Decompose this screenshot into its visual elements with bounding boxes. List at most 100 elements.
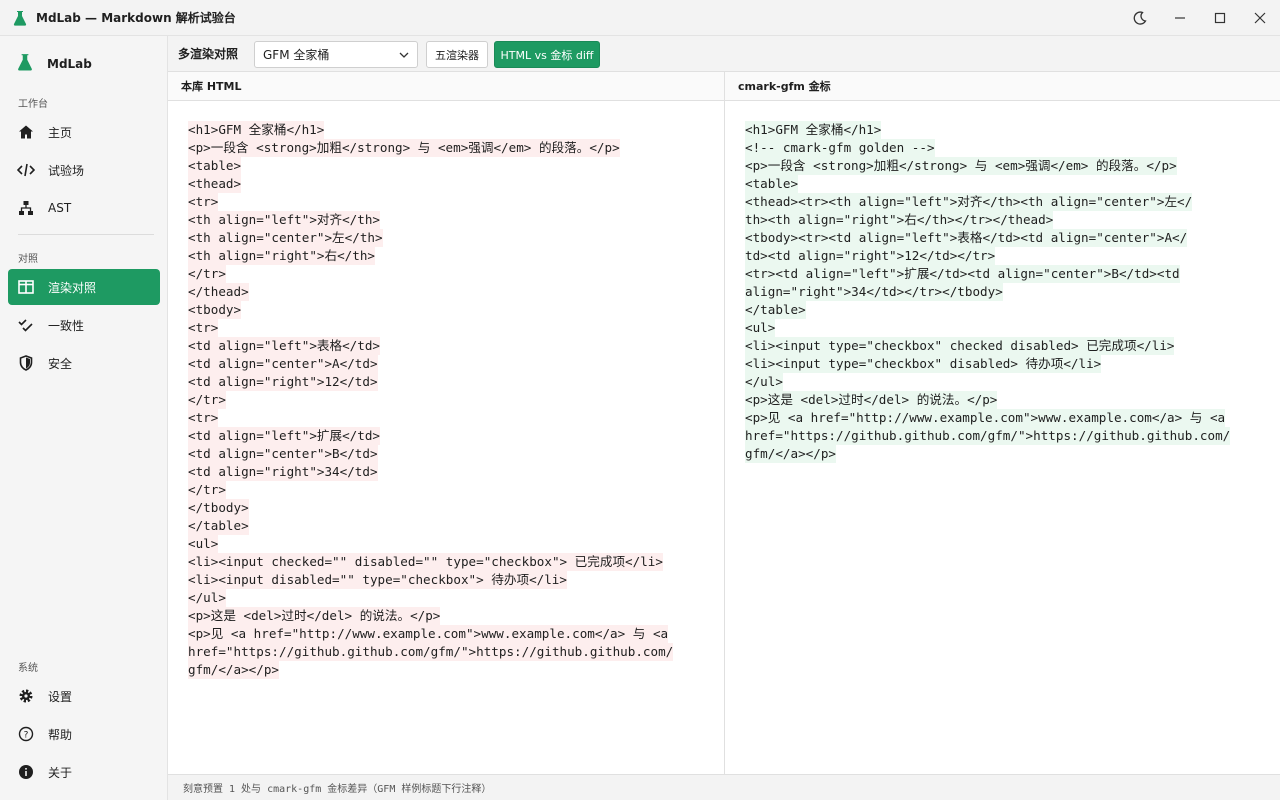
code-line: </table> (188, 517, 249, 535)
preset-select-value: GFM 全家桶 (263, 48, 330, 62)
sidebar-item-label: 设置 (48, 689, 73, 704)
sidebar-item-label: AST (48, 201, 72, 215)
sidebar-item-label: 帮助 (48, 727, 73, 742)
chevron-down-icon (397, 48, 411, 65)
code-line: <p>一段含 <strong>加粗</strong> 与 <em>强调</em>… (745, 157, 1177, 175)
code-line: <h1>GFM 全家桶</h1> (188, 121, 325, 139)
five-renderers-button[interactable]: 五渲染器 (426, 41, 488, 68)
divider (18, 234, 154, 235)
home-icon (17, 123, 35, 141)
sidebar-item-playground[interactable]: 试验场 (8, 152, 160, 188)
title-bar: MdLab — Markdown 解析试验台 (0, 0, 1280, 36)
tree-icon (17, 199, 35, 217)
sidebar-item-conformance[interactable]: 一致性 (8, 307, 160, 343)
code-line: <table> (745, 175, 799, 193)
code-line: <ul> (745, 319, 776, 337)
close-icon[interactable] (1240, 0, 1280, 36)
section-label-system: 系统 (18, 663, 38, 674)
code-line: <th align="left">对齐</th> (188, 211, 380, 229)
code-line: <h1>GFM 全家桶</h1> (745, 121, 882, 139)
section-label-compare: 对照 (18, 254, 38, 265)
sidebar-item-label: 渲染对照 (48, 280, 97, 295)
window-title: MdLab — Markdown 解析试验台 (36, 11, 236, 25)
sidebar-item-about[interactable]: 关于 (8, 754, 160, 790)
sidebar-item-label: 安全 (48, 356, 73, 371)
code-line: <li><input checked="" disabled="" type="… (188, 553, 663, 571)
status-bar: 刻意预置 1 处与 cmark-gfm 金标差异（GFM 样例标题下行注释） (168, 774, 1280, 800)
code-line: <td align="right">34</td> (188, 463, 378, 481)
code-line: <thead> (188, 175, 242, 193)
code-line: <td align="center">B</td> (188, 445, 378, 463)
sidebar-item-label: 一致性 (48, 318, 85, 333)
maximize-icon[interactable] (1200, 0, 1240, 36)
code-line: <tbody><tr><td align="left">表格</td><td a… (745, 229, 1188, 247)
code-line: <th align="right">右</th> (188, 247, 375, 265)
sidebar-item-security[interactable]: 安全 (8, 345, 160, 381)
brand[interactable]: MdLab (17, 53, 92, 75)
code-line: <td align="left">表格</td> (188, 337, 380, 355)
moon-icon[interactable] (1120, 0, 1160, 36)
left-code-view[interactable]: <h1>GFM 全家桶</h1> <p>一段含 <strong>加粗</stron… (188, 121, 674, 679)
code-line: <li><input disabled="" type="checkbox"> … (188, 571, 567, 589)
right-code-view[interactable]: <h1>GFM 全家桶</h1> <!-- cmark-gfm golden --… (745, 121, 1231, 463)
sidebar-item-settings[interactable]: 设置 (8, 678, 160, 714)
code-line: <p>见 <a href="http://www.example.com">ww… (188, 625, 669, 643)
code-line: gfm/</a></p> (745, 445, 836, 463)
code-line: <th align="center">左</th> (188, 229, 383, 247)
checklist-icon (17, 316, 35, 334)
code-line: align="right">34</td></tr></tbody> (745, 283, 1003, 301)
code-line: </tr> (188, 265, 226, 283)
sidebar-item-label: 试验场 (48, 163, 85, 178)
code-line: href="https://github.github.com/gfm/">ht… (188, 643, 674, 661)
code-line: </table> (745, 301, 806, 319)
code-line: <li><input type="checkbox" checked disab… (745, 337, 1175, 355)
columns-icon (17, 278, 35, 296)
help-icon: ? (17, 725, 35, 743)
brand-label: MdLab (47, 57, 92, 71)
code-line: </tr> (188, 391, 226, 409)
code-line: <tr><td align="left">扩展</td><td align="c… (745, 265, 1180, 283)
section-label-workbench: 工作台 (18, 99, 48, 110)
sidebar: MdLab 工作台 主页 试验场 AST 对照 渲染对照 一致性 安全 系统 设… (0, 36, 168, 800)
code-line: <tr> (188, 319, 219, 337)
code-line: </thead> (188, 283, 249, 301)
flask-icon (17, 53, 33, 75)
code-line: <p>这是 <del>过时</del> 的说法。</p> (745, 391, 998, 409)
sidebar-item-render-compare[interactable]: 渲染对照 (8, 269, 160, 305)
code-line: <thead><tr><th align="left">对齐</th><th a… (745, 193, 1193, 211)
toolbar: 多渲染对照 GFM 全家桶 五渲染器 HTML vs 金标 diff (168, 36, 1280, 72)
code-line: <td align="center">A</td> (188, 355, 378, 373)
flask-icon (12, 10, 28, 26)
sidebar-item-help[interactable]: ? 帮助 (8, 716, 160, 752)
code-line: </tr> (188, 481, 226, 499)
sidebar-item-home[interactable]: 主页 (8, 114, 160, 150)
code-icon (17, 161, 35, 179)
code-line: </tbody> (188, 499, 249, 517)
svg-text:?: ? (24, 731, 29, 741)
right-pane-title: cmark-gfm 金标 (725, 72, 1280, 101)
code-line: gfm/</a></p> (188, 661, 279, 679)
code-line: <p>一段含 <strong>加粗</strong> 与 <em>强调</em>… (188, 139, 620, 157)
code-line: th><th align="right">右</th></tr></thead> (745, 211, 1054, 229)
sidebar-item-ast[interactable]: AST (8, 190, 160, 226)
code-line: </ul> (745, 373, 783, 391)
code-line: <tr> (188, 193, 219, 211)
sidebar-item-label: 主页 (48, 125, 73, 140)
info-icon (17, 763, 35, 781)
gear-icon (17, 687, 35, 705)
right-pane: cmark-gfm 金标 <h1>GFM 全家桶</h1> <!-- cmark-… (725, 72, 1280, 774)
code-line: <td align="right">12</td> (188, 373, 378, 391)
code-line: <td align="left">扩展</td> (188, 427, 380, 445)
golden-diff-button[interactable]: HTML vs 金标 diff (494, 41, 600, 68)
code-line: <tbody> (188, 301, 242, 319)
code-line: <table> (188, 157, 242, 175)
preset-select[interactable]: GFM 全家桶 (254, 41, 418, 68)
code-line: <li><input type="checkbox" disabled> 待办项… (745, 355, 1102, 373)
left-pane-title: 本库 HTML (168, 72, 724, 101)
sidebar-item-label: 关于 (48, 765, 73, 780)
minimize-icon[interactable] (1160, 0, 1200, 36)
code-line: href="https://github.github.com/gfm/">ht… (745, 427, 1231, 445)
code-line: <ul> (188, 535, 219, 553)
code-line: td><td align="right">12</td></tr> (745, 247, 996, 265)
code-line: <!-- cmark-gfm golden --> (745, 139, 935, 157)
